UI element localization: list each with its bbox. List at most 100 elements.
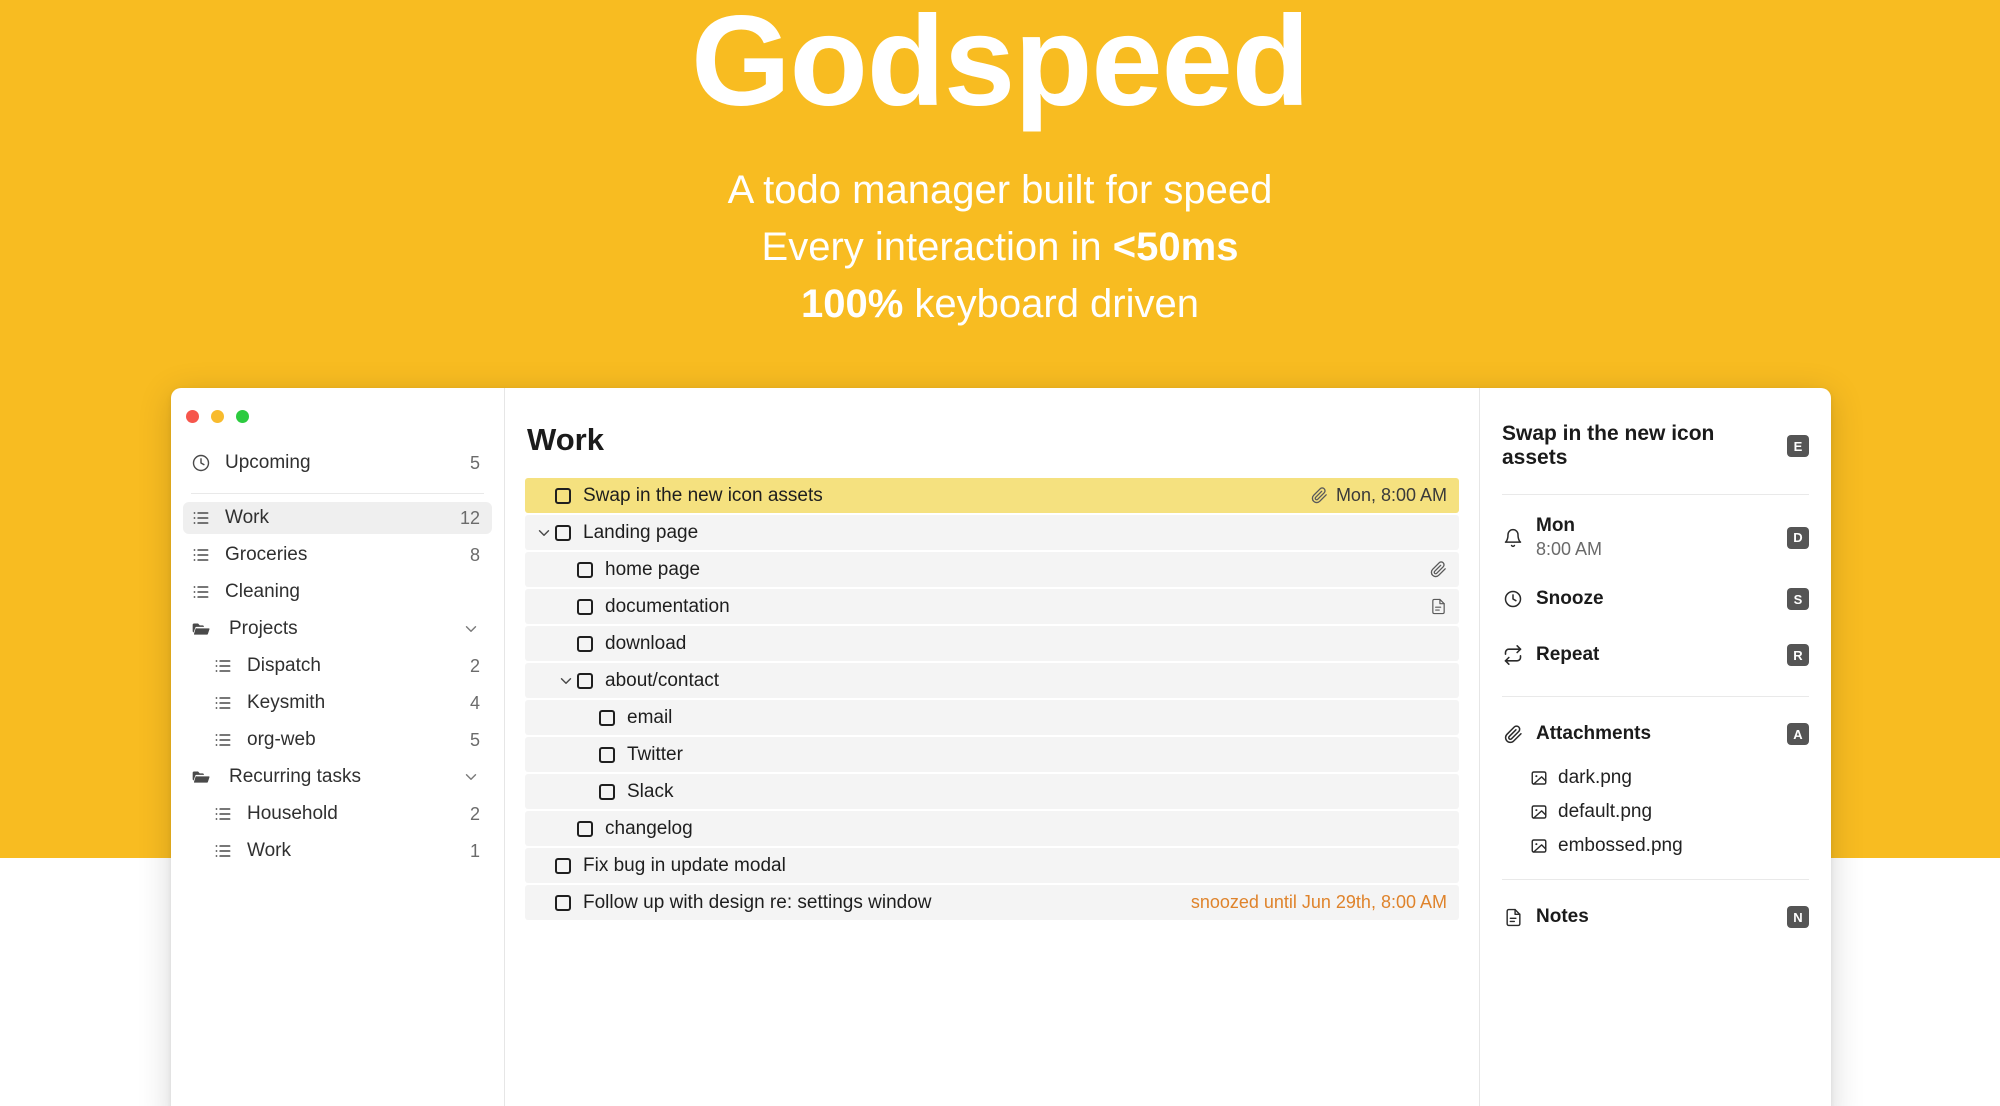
task-checkbox[interactable] bbox=[555, 487, 571, 504]
task-row[interactable]: Swap in the new icon assets Mon, 8:00 AM bbox=[525, 478, 1459, 513]
snooze-body: Snooze bbox=[1536, 588, 1775, 610]
task-checkbox[interactable] bbox=[577, 561, 593, 578]
sidebar: Upcoming 5 Work 12 Groceries 8 Cleaning Project… bbox=[171, 388, 505, 1106]
task-row[interactable]: Follow up with design re: settings windo… bbox=[525, 885, 1459, 920]
list-title: Work bbox=[527, 422, 604, 457]
task-row[interactable]: changelog bbox=[525, 811, 1459, 846]
task-row[interactable]: Slack bbox=[525, 774, 1459, 809]
sidebar-item-upcoming[interactable]: Upcoming 5 bbox=[183, 447, 492, 479]
chevron-down-icon[interactable] bbox=[557, 672, 575, 690]
minimize-button[interactable] bbox=[211, 410, 224, 423]
task-checkbox[interactable] bbox=[555, 857, 571, 874]
sidebar-item-cleaning[interactable]: Cleaning bbox=[183, 576, 492, 608]
task-checkbox[interactable] bbox=[555, 894, 571, 911]
chevron-down-icon[interactable] bbox=[462, 768, 480, 786]
paperclip-icon bbox=[1430, 561, 1447, 578]
sidebar-item-recurring-tasks[interactable]: Recurring tasks bbox=[183, 761, 492, 793]
task-checkbox[interactable] bbox=[577, 635, 593, 652]
page-title: Godspeed bbox=[691, 0, 1310, 133]
attachment-item[interactable]: embossed.png bbox=[1530, 835, 1809, 857]
task-row[interactable]: documentation bbox=[525, 589, 1459, 624]
sidebar-item-keysmith[interactable]: Keysmith 4 bbox=[183, 687, 492, 719]
attachments-label: Attachments bbox=[1536, 723, 1652, 744]
sidebar-item-label: Upcoming bbox=[225, 452, 311, 473]
task-title: changelog bbox=[605, 817, 693, 839]
task-row[interactable]: Fix bug in update modal bbox=[525, 848, 1459, 883]
detail-divider-1 bbox=[1502, 494, 1809, 495]
reminder-day: Mon bbox=[1536, 515, 1576, 536]
task-title: Slack bbox=[627, 780, 674, 802]
task-title: Landing page bbox=[583, 521, 699, 543]
list-icon bbox=[213, 656, 233, 676]
task-row[interactable]: Twitter bbox=[525, 737, 1459, 772]
task-row[interactable]: home page bbox=[525, 552, 1459, 587]
task-list-panel: Work Swap in the new icon assets Mon, 8:0… bbox=[505, 388, 1479, 1106]
task-list: Swap in the new icon assets Mon, 8:00 AM L… bbox=[525, 478, 1459, 920]
window-controls bbox=[171, 388, 504, 423]
sidebar-item-label: Household bbox=[247, 803, 338, 824]
task-meta-text: Mon, 8:00 AM bbox=[1335, 485, 1447, 505]
chevron-down-icon[interactable] bbox=[462, 620, 480, 638]
task-title: about/contact bbox=[605, 669, 720, 691]
task-checkbox[interactable] bbox=[599, 709, 615, 726]
task-title: Follow up with design re: settings windo… bbox=[583, 891, 932, 913]
reminder-shortcut-badge[interactable]: D bbox=[1787, 526, 1809, 549]
detail-row-reminder[interactable]: Mon 8:00 AM D bbox=[1502, 515, 1809, 560]
task-title: download bbox=[605, 632, 687, 654]
sidebar-item-household[interactable]: Household 2 bbox=[183, 798, 492, 830]
detail-row-attachments[interactable]: Attachments A bbox=[1502, 717, 1809, 751]
task-checkbox[interactable] bbox=[599, 746, 615, 763]
attachment-filename: dark.png bbox=[1558, 767, 1632, 788]
tagline-line-2-emphasis: <50ms bbox=[1112, 225, 1239, 269]
close-button[interactable] bbox=[186, 410, 199, 423]
sidebar-item-dispatch[interactable]: Dispatch 2 bbox=[183, 650, 492, 682]
tagline-line-2-text: Every interaction in bbox=[761, 225, 1113, 269]
sidebar-item-work[interactable]: Work 12 bbox=[183, 502, 492, 534]
task-meta bbox=[1430, 598, 1447, 615]
task-checkbox[interactable] bbox=[555, 524, 571, 541]
detail-row-notes[interactable]: Notes N bbox=[1502, 900, 1809, 934]
list-icon bbox=[213, 804, 233, 824]
edit-shortcut-badge[interactable]: E bbox=[1787, 435, 1809, 457]
detail-panel: Swap in the new icon assets E Mon 8:00 A… bbox=[1479, 388, 1831, 1106]
sidebar-item-label: Work bbox=[225, 507, 269, 528]
sidebar-item-count: 2 bbox=[469, 803, 480, 824]
sidebar-item-groceries[interactable]: Groceries 8 bbox=[183, 539, 492, 571]
task-checkbox[interactable] bbox=[599, 783, 615, 800]
task-checkbox[interactable] bbox=[577, 598, 593, 615]
chevron-down-icon[interactable] bbox=[535, 524, 553, 542]
document-icon bbox=[1502, 908, 1524, 927]
maximize-button[interactable] bbox=[236, 410, 249, 423]
task-meta bbox=[1430, 561, 1447, 578]
detail-row-repeat[interactable]: Repeat R bbox=[1502, 638, 1809, 672]
bell-icon bbox=[1502, 528, 1524, 548]
sidebar-item-work[interactable]: Work 1 bbox=[183, 835, 492, 867]
sidebar-item-count: 8 bbox=[469, 544, 480, 565]
detail-row-snooze[interactable]: Snooze S bbox=[1502, 582, 1809, 616]
attachments-shortcut-badge[interactable]: A bbox=[1787, 723, 1809, 745]
list-icon bbox=[213, 730, 233, 750]
repeat-shortcut-badge[interactable]: R bbox=[1787, 644, 1809, 666]
task-row[interactable]: email bbox=[525, 700, 1459, 735]
folder-icon bbox=[191, 619, 211, 639]
list-icon bbox=[213, 841, 233, 861]
sidebar-item-projects[interactable]: Projects bbox=[183, 613, 492, 645]
repeat-label: Repeat bbox=[1536, 644, 1600, 665]
attachment-item[interactable]: dark.png bbox=[1530, 767, 1809, 789]
task-checkbox[interactable] bbox=[577, 672, 593, 689]
attachments-body: Attachments bbox=[1536, 723, 1775, 745]
notes-label: Notes bbox=[1536, 906, 1589, 927]
sidebar-item-org-web[interactable]: org-web 5 bbox=[183, 724, 492, 756]
task-checkbox[interactable] bbox=[577, 820, 593, 837]
image-file-icon bbox=[1530, 769, 1548, 787]
attachment-item[interactable]: default.png bbox=[1530, 801, 1809, 823]
notes-shortcut-badge[interactable]: N bbox=[1787, 906, 1809, 928]
task-row[interactable]: Landing page bbox=[525, 515, 1459, 550]
snooze-shortcut-badge[interactable]: S bbox=[1787, 588, 1809, 610]
repeat-icon bbox=[1502, 645, 1524, 665]
task-row[interactable]: about/contact bbox=[525, 663, 1459, 698]
sidebar-item-label: Cleaning bbox=[225, 581, 300, 602]
task-row[interactable]: download bbox=[525, 626, 1459, 661]
